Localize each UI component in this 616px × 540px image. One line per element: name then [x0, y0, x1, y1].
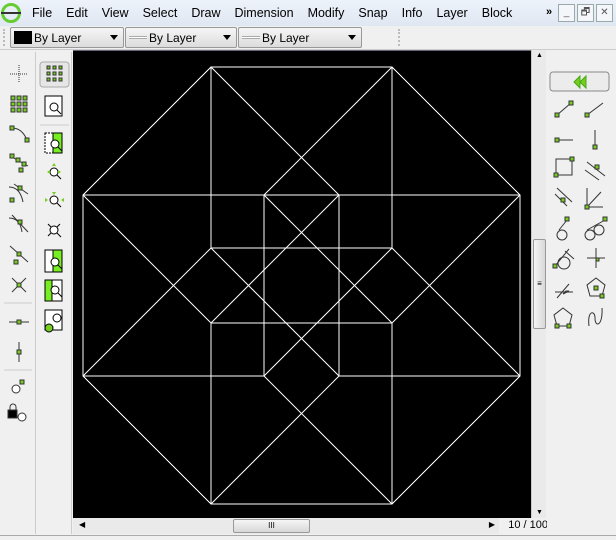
menubar: File Edit View Select Draw Dimension Mod… — [0, 0, 616, 26]
minimize-button[interactable]: _ — [558, 4, 575, 22]
lock-relative-zero-icon[interactable] — [7, 403, 27, 422]
vertical-scroll-thumb[interactable]: ≡ — [533, 239, 546, 329]
status-bar — [0, 535, 616, 540]
line-tangent-orthogonal-icon[interactable] — [552, 248, 575, 270]
restrict-horizontal-icon[interactable] — [9, 319, 29, 325]
color-combo[interactable]: By Layer — [10, 27, 124, 48]
restrict-vertical-icon[interactable] — [16, 342, 22, 362]
freehand-line-icon[interactable] — [588, 307, 603, 327]
menu-layer[interactable]: Layer — [429, 6, 474, 20]
snap-center-icon[interactable] — [8, 183, 29, 203]
app-logo-icon — [1, 3, 21, 23]
menu-draw[interactable]: Draw — [184, 6, 227, 20]
color-value: By Layer — [34, 30, 82, 45]
horizontal-scroll-thumb[interactable]: III — [233, 519, 310, 533]
scroll-up-icon[interactable]: ▲ — [536, 52, 543, 59]
scroll-down-icon[interactable]: ▼ — [536, 509, 543, 516]
view-toolbar — [37, 52, 72, 534]
line-orthogonal-icon[interactable] — [587, 248, 605, 268]
menu-file[interactable]: File — [25, 6, 59, 20]
line-parallel-through-icon[interactable] — [584, 161, 606, 181]
toolbar-grip[interactable] — [398, 29, 400, 46]
zoom-extents-icon[interactable] — [47, 223, 62, 238]
line-tangent-two-circles-icon[interactable] — [584, 216, 608, 241]
line-rectangle-icon[interactable] — [553, 156, 575, 178]
horizontal-scrollbar[interactable]: ◀ III ▶ — [73, 518, 499, 534]
width-combo[interactable]: By Layer — [125, 27, 237, 48]
snap-intersection-icon[interactable] — [11, 277, 27, 293]
close-button[interactable]: ✕ — [596, 4, 613, 22]
set-relative-zero-icon[interactable] — [11, 379, 25, 394]
line-horizontal-icon[interactable] — [554, 137, 573, 143]
chevron-down-icon — [348, 35, 356, 40]
snap-toolbar — [0, 52, 36, 534]
menu-edit[interactable]: Edit — [59, 6, 95, 20]
menu-info[interactable]: Info — [395, 6, 430, 20]
zoom-pan-icon[interactable] — [44, 309, 63, 333]
line-polygon-center-icon[interactable] — [586, 277, 606, 299]
line-tangent-point-circle-icon[interactable] — [556, 216, 570, 241]
toolbar-grip[interactable] — [3, 29, 5, 46]
linetype-combo[interactable]: By Layer — [238, 27, 362, 48]
view-icons — [39, 61, 70, 333]
back-button[interactable] — [549, 71, 610, 92]
menu-dimension[interactable]: Dimension — [228, 6, 301, 20]
zoom-level-label: 10 / 100 — [508, 519, 548, 531]
line-relative-angle-icon[interactable] — [555, 283, 573, 299]
snap-distance-icon[interactable] — [9, 245, 29, 265]
chevron-down-icon — [110, 35, 118, 40]
line-toolbar — [547, 52, 616, 534]
color-swatch — [14, 31, 32, 44]
zoom-window-icon[interactable] — [44, 279, 63, 302]
zoom-in-icon[interactable] — [47, 163, 62, 180]
menu-view[interactable]: View — [95, 6, 136, 20]
linetype-swatch — [242, 36, 260, 39]
linetype-value: By Layer — [262, 30, 310, 45]
snap-icons — [4, 65, 32, 422]
snap-grid-icon[interactable] — [10, 95, 28, 113]
line-icons — [549, 71, 610, 329]
menu-overflow-button[interactable]: » — [546, 6, 552, 18]
zoom-previous-icon[interactable] — [44, 249, 63, 273]
line-polygon-corners-icon[interactable] — [553, 307, 573, 329]
chevron-down-icon — [223, 35, 231, 40]
menu-select[interactable]: Select — [136, 6, 185, 20]
menu-modify[interactable]: Modify — [301, 6, 352, 20]
menu-block[interactable]: Block — [475, 6, 520, 20]
line-2points-icon[interactable] — [554, 100, 574, 118]
snap-on-entity-icon[interactable] — [9, 153, 29, 173]
menu-snap[interactable]: Snap — [351, 6, 394, 20]
octagon — [82, 66, 521, 505]
line-bisector-icon[interactable] — [584, 188, 603, 210]
zoom-out-icon[interactable] — [45, 192, 64, 208]
zoom-redraw-icon[interactable] — [44, 95, 63, 117]
width-value: By Layer — [149, 30, 197, 45]
scroll-right-icon[interactable]: ▶ — [489, 520, 495, 529]
pen-toolbar: By Layer By Layer By Layer — [0, 26, 616, 50]
snap-free-icon[interactable] — [10, 65, 28, 83]
vertical-scrollbar[interactable]: ▲ ≡ ▼ — [531, 50, 546, 518]
width-swatch — [129, 36, 147, 39]
squares — [83, 67, 520, 504]
snap-endpoint-icon[interactable] — [9, 125, 30, 143]
line-angle-icon[interactable] — [584, 102, 604, 118]
drawing-canvas[interactable] — [73, 50, 531, 518]
zoom-auto-icon[interactable] — [44, 132, 63, 154]
line-parallel-icon[interactable] — [554, 187, 573, 207]
grid-toggle-icon[interactable] — [39, 61, 70, 88]
restore-button[interactable]: 🗗 — [577, 4, 594, 22]
diagonals — [82, 66, 521, 505]
snap-middle-icon[interactable] — [8, 214, 29, 233]
line-vertical-icon[interactable] — [592, 130, 598, 150]
cad-drawing — [82, 66, 521, 505]
scroll-left-icon[interactable]: ◀ — [79, 520, 85, 529]
